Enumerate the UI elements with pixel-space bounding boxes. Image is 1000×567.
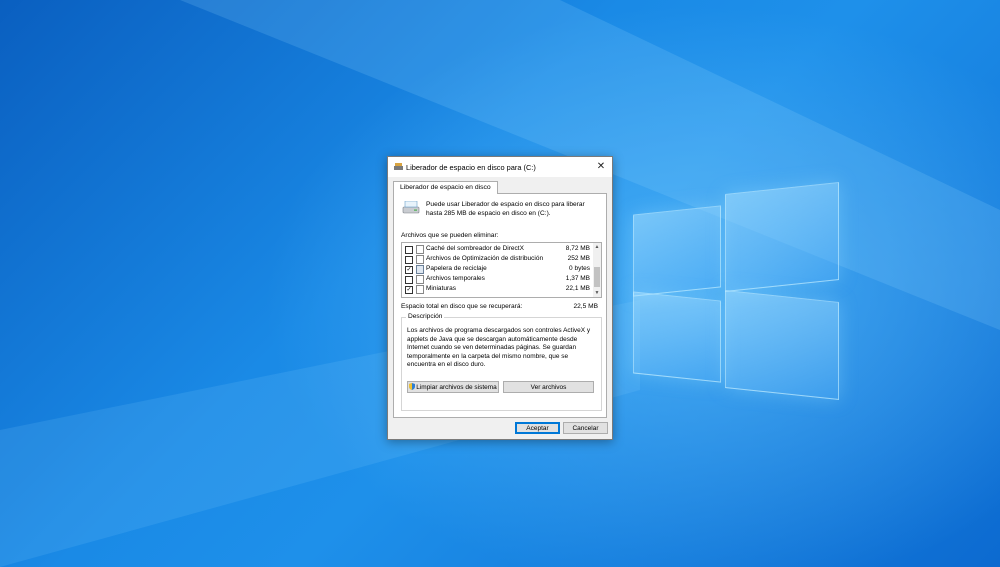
item-checkbox[interactable] (405, 255, 413, 264)
list-label: Archivos que se pueden eliminar: (401, 232, 499, 239)
shield-icon (409, 383, 416, 390)
file-icon (416, 285, 424, 294)
view-files-button[interactable]: Ver archivos (503, 381, 594, 393)
recycle-bin-icon (416, 265, 424, 274)
list-scrollbar[interactable]: ▲ ▼ (593, 243, 601, 297)
description-group: Descripción Los archivos de programa des… (401, 313, 602, 411)
file-icon (416, 275, 424, 284)
window-title: Liberador de espacio en disco para (C:) (406, 163, 536, 172)
list-item[interactable]: Archivos de Optimización de distribución… (402, 254, 592, 264)
ok-button[interactable]: Aceptar (515, 422, 560, 434)
item-size: 1,37 MB (565, 275, 590, 282)
clean-system-files-label: Limpiar archivos de sistema (416, 384, 497, 391)
item-size: 252 MB (567, 255, 590, 262)
windows-logo (633, 182, 839, 400)
drive-icon (402, 201, 420, 214)
tab-disk-cleanup[interactable]: Liberador de espacio en disco (393, 181, 498, 194)
scroll-down-arrow-icon[interactable]: ▼ (593, 289, 601, 297)
intro-text: Puede usar Liberador de espacio en disco… (426, 201, 585, 217)
file-icon (416, 245, 424, 254)
total-space-value: 22,5 MB (573, 303, 598, 310)
disk-cleanup-dialog: Liberador de espacio en disco para (C:) … (387, 156, 613, 440)
description-text: Los archivos de programa descargados son… (407, 327, 591, 369)
item-name: Papelera de reciclaje (426, 265, 487, 272)
cancel-button[interactable]: Cancelar (563, 422, 608, 434)
item-name: Miniaturas (426, 285, 456, 292)
close-button[interactable]: ✕ (594, 160, 608, 174)
item-size: 0 bytes (569, 265, 590, 272)
total-space-label: Espacio total en disco que se recuperará… (401, 303, 523, 310)
description-title: Descripción (406, 313, 445, 320)
title-bar[interactable]: Liberador de espacio en disco para (C:) … (388, 157, 612, 177)
item-name: Archivos de Optimización de distribución (426, 255, 544, 262)
list-item[interactable]: ✓ Papelera de reciclaje 0 bytes (402, 264, 592, 274)
scroll-thumb[interactable] (594, 267, 600, 287)
item-name: Caché del sombreador de DirectX (426, 245, 524, 252)
list-item[interactable]: ✓ Miniaturas 22,1 MB (402, 284, 592, 294)
item-checkbox[interactable] (405, 245, 413, 254)
item-checkbox[interactable] (405, 275, 413, 284)
scroll-up-arrow-icon[interactable]: ▲ (593, 243, 601, 251)
item-size: 22,1 MB (565, 285, 590, 292)
list-item[interactable]: Caché del sombreador de DirectX 8,72 MB (402, 244, 592, 254)
item-checkbox-checked[interactable]: ✓ (405, 265, 413, 274)
clean-system-files-button[interactable]: Limpiar archivos de sistema (407, 381, 499, 393)
file-icon (416, 255, 424, 264)
files-listbox[interactable]: Caché del sombreador de DirectX 8,72 MB … (401, 242, 602, 298)
list-item[interactable]: Archivos temporales 1,37 MB (402, 274, 592, 284)
item-checkbox-checked[interactable]: ✓ (405, 285, 413, 294)
tab-panel: Puede usar Liberador de espacio en disco… (393, 193, 607, 418)
item-size: 8,72 MB (565, 245, 590, 252)
item-name: Archivos temporales (426, 275, 485, 282)
disk-cleanup-icon (394, 163, 403, 170)
